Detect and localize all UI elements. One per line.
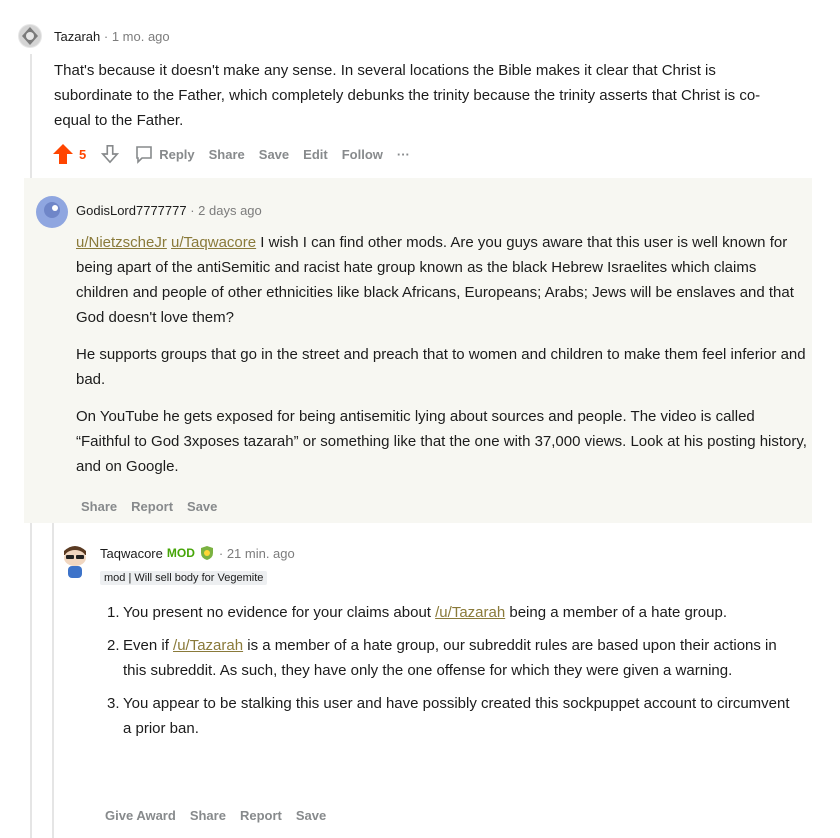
paragraph: He supports groups that go in the street… (76, 346, 806, 388)
list-number: 2. (107, 637, 120, 654)
comment-actions: Share Report Save (81, 499, 217, 514)
upvote-button[interactable]: 5 (52, 143, 86, 165)
snoo-avatar-icon (64, 546, 86, 578)
comment-meta: GodisLord7777777 · 2 days ago (76, 203, 262, 218)
list-text: being a member of a hate group. (505, 604, 727, 621)
comment-body: u/NietzscheJr u/Taqwacore I wish I can f… (76, 230, 811, 479)
save-button[interactable]: Save (296, 808, 326, 823)
user-link[interactable]: /u/Tazarah (173, 637, 243, 654)
shield-award-icon (200, 546, 213, 560)
user-link[interactable]: /u/Tazarah (435, 604, 505, 621)
comment-meta: Tazarah · 1 mo. ago (54, 29, 170, 44)
upvote-arrow-icon (53, 144, 73, 164)
comment-meta: Taqwacore MOD · 21 min. ago (100, 545, 295, 561)
mod-badge: MOD (166, 546, 195, 560)
give-award-button[interactable]: Give Award (105, 808, 176, 823)
reply-button[interactable]: Reply (134, 144, 195, 164)
list-item: 2. Even if /u/Tazarah is a member of a h… (107, 633, 797, 683)
vote-count: 5 (79, 146, 87, 162)
user-mention-link[interactable]: u/Taqwacore (171, 234, 256, 251)
user-mention-link[interactable]: u/NietzscheJr (76, 234, 167, 251)
report-button[interactable]: Report (131, 499, 173, 514)
comment-body: 1. You present no evidence for your clai… (107, 600, 797, 741)
avatar-icon (36, 196, 68, 228)
share-button[interactable]: Share (190, 808, 226, 823)
user-flair: mod | Will sell body for Vegemite (100, 568, 268, 586)
share-button[interactable]: Share (81, 499, 117, 514)
list-text: You present no evidence for your claims … (123, 604, 436, 621)
downvote-button[interactable] (100, 144, 120, 164)
timestamp[interactable]: · 2 days ago (190, 203, 262, 218)
timestamp[interactable]: · 21 min. ago (219, 546, 295, 561)
flair-text: mod | Will sell body for Vegemite (100, 571, 268, 585)
list-item: 3. You appear to be stalking this user a… (107, 691, 797, 741)
list-item: 1. You present no evidence for your clai… (107, 600, 797, 625)
username[interactable]: Taqwacore (100, 546, 163, 561)
avatar[interactable] (36, 196, 68, 228)
timestamp[interactable]: · 1 mo. ago (104, 29, 170, 44)
numbered-list: 1. You present no evidence for your clai… (107, 600, 797, 741)
comment-body: That's because it doesn't make any sense… (54, 62, 761, 129)
avatar[interactable] (18, 24, 42, 48)
list-number: 1. (107, 604, 120, 621)
avatar-icon (19, 25, 41, 47)
reply-label: Reply (159, 146, 195, 162)
list-text: Even if (123, 637, 174, 654)
list-number: 3. (107, 695, 120, 712)
list-text: You appear to be stalking this user and … (123, 695, 790, 737)
username[interactable]: GodisLord7777777 (76, 203, 187, 218)
paragraph: u/NietzscheJr u/Taqwacore I wish I can f… (76, 230, 811, 330)
comment-bubble-icon (136, 146, 153, 164)
save-button[interactable]: Save (259, 147, 289, 162)
share-button[interactable]: Share (209, 147, 245, 162)
follow-button[interactable]: Follow (342, 147, 383, 162)
comment-actions: Give Award Share Report Save (105, 808, 326, 823)
avatar[interactable] (58, 541, 92, 581)
comment-actions: 5 Reply Share Save Edit Follow ··· (52, 143, 410, 165)
username[interactable]: Tazarah (54, 29, 100, 44)
more-options-button[interactable]: ··· (397, 147, 410, 162)
paragraph: On YouTube he gets exposed for being ant… (76, 408, 807, 475)
edit-button[interactable]: Edit (303, 147, 328, 162)
downvote-arrow-icon (101, 145, 120, 164)
report-button[interactable]: Report (240, 808, 282, 823)
save-button[interactable]: Save (187, 499, 217, 514)
